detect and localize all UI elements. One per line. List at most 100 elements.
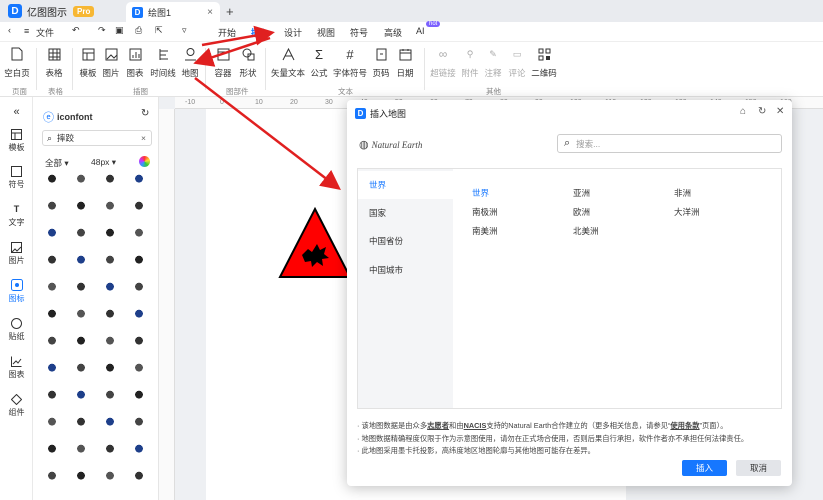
sidebar-item-sticker[interactable]: 贴纸 [0,316,33,342]
font-symbol-button[interactable]: # 字体符号 [333,46,367,79]
wrestling-icon[interactable] [132,200,146,214]
wrestling-icon[interactable] [74,389,88,403]
chart-button[interactable]: 图表 [120,46,150,79]
sidebar-item-symbol[interactable]: 符号 [0,164,33,190]
table-button[interactable]: 表格 [39,46,69,79]
hyperlink-button[interactable]: ∞ 超链接 [428,46,458,79]
redo-icon[interactable]: ↷ [98,25,106,36]
back-icon[interactable]: ‹ [8,25,11,35]
continent-north-america[interactable]: 北美洲 [573,225,599,237]
wrestling-icon[interactable] [132,362,146,376]
new-tab-icon[interactable]: + [226,4,234,19]
menu-insert[interactable]: 插入 [251,26,269,39]
wrestling-icon[interactable] [74,281,88,295]
sidebar-item-template[interactable]: 模板 [0,127,33,153]
wrestling-icon[interactable] [103,335,117,349]
wrestling-icon[interactable] [103,281,117,295]
wrestling-icon[interactable] [132,416,146,430]
library-search-input[interactable]: ⌕ 摔跤 × [42,130,152,146]
save-icon[interactable]: ▣ [115,25,124,36]
formula-button[interactable]: Σ 公式 [304,46,334,79]
wrestling-icon[interactable] [74,200,88,214]
map-search-input[interactable]: ⌕ 搜索... [557,134,782,153]
color-picker-icon[interactable] [139,156,150,167]
wrestling-icon[interactable] [74,254,88,268]
document-tab[interactable]: D 绘图1 × [126,2,220,22]
wrestling-icon[interactable] [132,308,146,322]
insert-button[interactable]: 插入 [682,460,727,476]
wrestling-icon[interactable] [103,173,117,187]
continent-oceania[interactable]: 大洋洲 [674,206,700,218]
wrestling-icon[interactable] [103,416,117,430]
wrestling-icon[interactable] [103,254,117,268]
wrestling-icon[interactable] [132,443,146,457]
menu-ai[interactable]: AI [416,26,425,36]
wrestling-icon[interactable] [74,362,88,376]
terms-link[interactable]: 使用条款 [670,421,699,430]
menu-symbol[interactable]: 符号 [350,26,368,39]
close-icon[interactable]: ✕ [776,106,784,117]
wrestling-icon[interactable] [132,281,146,295]
wrestling-icon[interactable] [45,443,59,457]
map-button[interactable]: 地图 [175,46,205,79]
wrestling-icon[interactable] [103,389,117,403]
qrcode-button[interactable]: 二维码 [529,46,559,79]
continent-africa[interactable]: 非洲 [674,187,691,199]
comment-button[interactable]: ▭ 评论 [502,46,532,79]
more-icon[interactable]: ▿ [182,25,187,36]
wrestling-icon[interactable] [103,308,117,322]
wrestling-icon[interactable] [74,470,88,484]
vector-text-button[interactable]: 矢量文本 [271,46,305,79]
wrestling-icon[interactable] [103,443,117,457]
menu-file[interactable]: 文件 [36,26,54,39]
menu-design[interactable]: 设计 [284,26,302,39]
wrestling-icon[interactable] [132,470,146,484]
continent-antarctica[interactable]: 南极洲 [472,206,498,218]
home-icon[interactable]: ⌂ [740,106,746,117]
collapse-icon[interactable]: « [0,105,33,119]
wrestling-icon[interactable] [45,254,59,268]
undo-icon[interactable]: ↶ [72,25,80,36]
sidebar-item-chart[interactable]: 图表 [0,354,33,380]
warning-triangle-shape[interactable] [278,207,352,279]
wrestling-icon[interactable] [74,308,88,322]
wrestling-icon[interactable] [74,443,88,457]
wrestling-icon[interactable] [132,254,146,268]
wrestling-icon[interactable] [45,227,59,241]
wrestling-icon[interactable] [103,227,117,241]
wrestling-icon[interactable] [132,173,146,187]
wrestling-icon[interactable] [45,173,59,187]
wrestling-icon[interactable] [74,227,88,241]
wrestling-icon[interactable] [132,227,146,241]
sidebar-item-text[interactable]: T 文字 [0,202,33,228]
refresh-icon[interactable]: ↻ [141,108,149,119]
wrestling-icon[interactable] [132,335,146,349]
wrestling-icon[interactable] [74,173,88,187]
region-china-province[interactable]: 中国省份 [358,227,453,255]
cancel-button[interactable]: 取消 [736,460,781,476]
wrestling-icon[interactable] [45,281,59,295]
filter-size-dropdown[interactable]: 48px ▾ [91,157,116,168]
export-icon[interactable]: ⇱ [155,25,163,36]
wrestling-icon[interactable] [45,362,59,376]
sidebar-item-component[interactable]: 组件 [0,392,33,418]
sidebar-item-image[interactable]: 图片 [0,240,33,266]
continent-asia[interactable]: 亚洲 [573,187,590,199]
region-china-city[interactable]: 中国城市 [358,256,453,284]
date-button[interactable]: 日期 [390,46,420,79]
region-world[interactable]: 世界 [358,171,453,199]
library-source[interactable]: ⓔ iconfont [43,109,93,125]
timeline-button[interactable]: 时间线 [148,46,178,79]
filter-all-dropdown[interactable]: 全部 ▾ [45,157,69,169]
wrestling-icon[interactable] [74,335,88,349]
wrestling-icon[interactable] [132,389,146,403]
continent-south-america[interactable]: 南美洲 [472,225,498,237]
shape-button[interactable]: 形状 [233,46,263,79]
blank-page-button[interactable]: 空白页 [2,46,32,79]
wrestling-icon[interactable] [103,470,117,484]
volunteers-link[interactable]: 志愿者 [427,421,449,430]
sidebar-item-icon[interactable]: 图标 [0,278,33,304]
menu-advanced[interactable]: 高级 [384,26,402,39]
wrestling-icon[interactable] [74,416,88,430]
clear-icon[interactable]: × [141,133,146,143]
